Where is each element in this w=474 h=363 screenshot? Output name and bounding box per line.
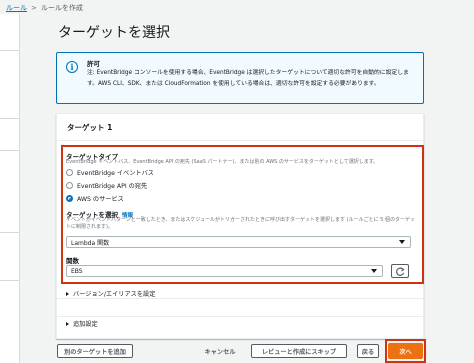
nav-divider <box>0 50 20 51</box>
target-select[interactable]: Lambda 関数 <box>66 236 411 248</box>
cancel-button[interactable]: キャンセル <box>198 344 242 358</box>
info-text: 注: EventBridge コンソールを使用する場合、EventBridge … <box>87 70 409 87</box>
select-target-description: イベントがイベントパターンと一致したとき、またはスケジュールがトリガーされたとき… <box>66 217 415 230</box>
radio-eventbridge-bus[interactable]: EventBridge イベントバス <box>66 168 154 177</box>
function-label: 関数 <box>66 257 79 265</box>
target-select-value: Lambda 関数 <box>71 239 110 247</box>
info-title: 許可 <box>87 60 100 68</box>
panel-title: ターゲット 1 <box>67 123 113 132</box>
radio-button-selected[interactable] <box>66 195 73 202</box>
panel-divider <box>57 298 423 299</box>
next-button-highlight <box>385 339 426 363</box>
radio-label: AWS のサービス <box>77 196 124 203</box>
chevron-down-icon <box>371 269 377 273</box>
panel-divider <box>57 316 423 317</box>
radio-label: EventBridge イベントバス <box>77 170 154 177</box>
nav-divider <box>0 280 20 281</box>
nav-divider <box>0 118 20 119</box>
refresh-icon <box>395 266 405 276</box>
caret-right-icon <box>66 321 69 326</box>
radio-button[interactable] <box>66 182 73 189</box>
radio-label: EventBridge API の宛先 <box>77 183 148 190</box>
target-type-description: EventBridge イベントバス、EventBridge API の宛先 (… <box>66 159 379 165</box>
function-select-value: EBS <box>71 267 83 275</box>
panel-divider <box>57 140 423 141</box>
info-icon: i <box>66 61 78 73</box>
function-select[interactable]: EBS <box>66 265 383 277</box>
breadcrumb-current: ルールを作成 <box>40 4 83 12</box>
nav-divider <box>0 232 20 233</box>
radio-button[interactable] <box>66 169 73 176</box>
breadcrumb: ルール > ルールを作成 <box>6 2 83 14</box>
expander-label: バージョン/エイリアスを設定 <box>73 291 156 298</box>
chevron-right-icon: > <box>31 4 37 12</box>
page-title: ターゲットを選択 <box>58 25 170 41</box>
radio-eventbridge-api[interactable]: EventBridge API の宛先 <box>66 181 147 190</box>
side-navigation <box>0 14 20 363</box>
permissions-info-alert: i 許可 注: EventBridge コンソールを使用する場合、EventBr… <box>56 52 424 104</box>
add-target-button[interactable]: 別のターゲットを追加 <box>57 344 133 358</box>
nav-divider <box>0 150 20 151</box>
expander-label: 追加設定 <box>73 321 98 328</box>
breadcrumb-rules-link[interactable]: ルール <box>6 3 27 13</box>
skip-to-review-button[interactable]: レビューと作成にスキップ <box>251 344 347 358</box>
version-alias-expander[interactable]: バージョン/エイリアスを設定 <box>66 289 155 298</box>
caret-right-icon <box>66 291 69 296</box>
radio-aws-service[interactable]: AWS のサービス <box>66 194 124 203</box>
refresh-button[interactable] <box>391 264 409 278</box>
back-button[interactable]: 戻る <box>357 344 379 358</box>
additional-settings-expander[interactable]: 追加設定 <box>66 319 98 328</box>
chevron-down-icon <box>399 240 405 244</box>
